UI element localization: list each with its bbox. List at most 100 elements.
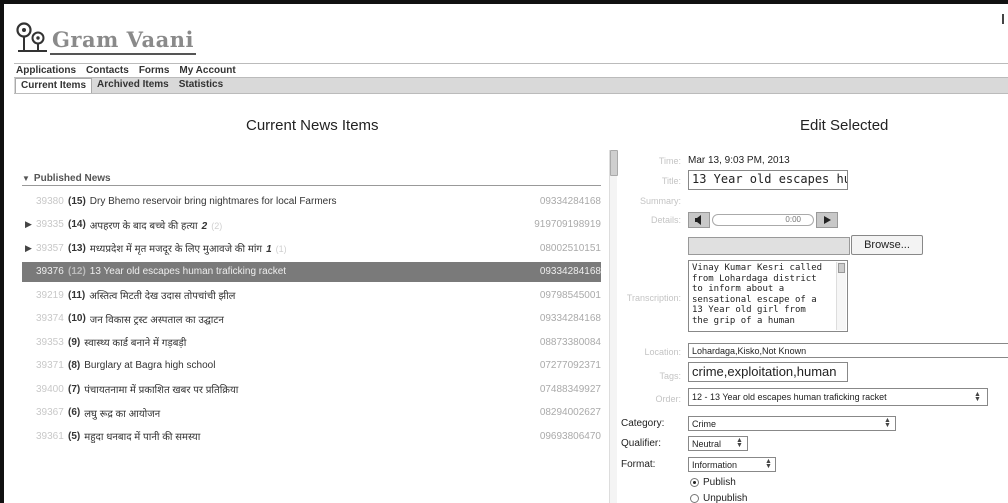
row-id: 39335 [36, 219, 64, 230]
row-count: 1 [266, 244, 272, 255]
news-list-row[interactable]: 39361 (5) महुदा धनबाद में पानी की समस्या 09… [22, 426, 601, 446]
row-title: लघु रूद्र का आयोजन [84, 408, 161, 420]
category-spinner-icon: ▲ ▼ [884, 417, 891, 429]
time-value: Mar 13, 9:03 PM, 2013 [688, 155, 790, 166]
news-list-row[interactable]: 39376 (12) 13 Year old escapes human trafi… [22, 261, 601, 282]
row-id: 39357 [36, 242, 64, 254]
row-title: जन विकास ट्रस्ट अस्पताल का उद्घाटन [89, 314, 224, 326]
row-phone: 08294002627 [539, 407, 601, 418]
antenna-logo-icon [14, 18, 50, 52]
news-list-row[interactable]: 39367 (6) लघु रूद्र का आयोजन 08294002627 [22, 403, 601, 423]
tab-current-items[interactable]: Current Items [15, 78, 93, 93]
news-list-row[interactable]: 39374 (10) जन विकास ट्रस्ट अस्पताल का उद्घ… [22, 309, 601, 329]
qualifier-spinner-icon: ▲ ▼ [736, 437, 743, 449]
sub-tabs: Current Items Archived Items Statistics [14, 77, 1008, 94]
row-number: (14) [68, 219, 86, 230]
menu-applications[interactable]: Applications [14, 64, 84, 77]
row-id: 39374 [36, 313, 64, 324]
row-id: 39376 [36, 266, 64, 277]
transcription-scrollbar[interactable] [836, 262, 846, 330]
title-input[interactable]: 13 Year old escapes huma [688, 170, 848, 190]
category-select[interactable]: Crime [688, 416, 896, 431]
format-select[interactable]: Information [688, 457, 776, 472]
row-phone: 09798545001 [539, 289, 601, 301]
row-number: (8) [68, 360, 81, 371]
location-input[interactable]: Lohardaga,Kisko,Not Known [688, 343, 1008, 358]
row-number: (13) [68, 242, 86, 254]
row-phone: 919709198919 [534, 219, 601, 230]
file-path-field[interactable] [688, 237, 850, 255]
audio-player: 0:00 [688, 212, 838, 228]
row-number: (10) [68, 313, 86, 324]
menu-contacts[interactable]: Contacts [84, 64, 137, 77]
current-news-heading: Current News Items [246, 117, 379, 134]
tab-archived-items[interactable]: Archived Items [92, 78, 174, 93]
collapse-triangle-icon[interactable]: ▼ [22, 174, 30, 183]
row-id: 39380 [36, 195, 64, 207]
row-phone: 07488349927 [539, 383, 601, 395]
row-title: महुदा धनबाद में पानी की समस्या [84, 432, 201, 443]
expand-triangle-icon[interactable]: ▶ [22, 219, 36, 230]
row-number: (12) [68, 266, 86, 277]
news-list-row[interactable]: 39219 (11) अस्तित्व मिटती देख उदास तोपचांच… [22, 285, 601, 305]
row-title: अस्तित्व मिटती देख उदास तोपचांची झील [89, 291, 236, 302]
news-list-row[interactable]: 39371 (8) Burglary at Bagra high school 072… [22, 356, 601, 376]
row-phone: 08002510151 [539, 242, 601, 254]
row-phone: 09334284168 [539, 195, 601, 207]
row-title: स्वास्थ्य कार्ड बनाने में गड़बड़ी [84, 338, 187, 349]
logo-text: Gram Vaani [50, 29, 196, 55]
logo: Gram Vaani [14, 12, 196, 55]
edit-selected-heading: Edit Selected [800, 117, 889, 134]
row-number: (9) [68, 336, 81, 348]
time-label: Time: [658, 156, 681, 166]
row-number: (11) [68, 289, 86, 301]
news-list-row[interactable]: ▶ 39357 (13) मध्यप्रदेश में मृत मजदूर के लि… [22, 238, 601, 258]
radio-unpublish[interactable]: Unpublish [690, 493, 747, 503]
row-id: 39400 [36, 383, 64, 395]
news-list-row[interactable]: 39353 (9) स्वास्थ्य कार्ड बनाने में गड़बड़… [22, 332, 601, 352]
news-list-row[interactable]: 39400 (7) पंचायतनामा में प्रकाशित खबर पर प… [22, 379, 601, 399]
scrollbar-thumb[interactable] [610, 150, 618, 176]
main-menu: Applications Contacts Forms My Account [14, 63, 1008, 77]
tab-statistics[interactable]: Statistics [174, 78, 228, 93]
browse-button[interactable]: Browse... [851, 235, 923, 255]
window-edge-mark [1002, 14, 1004, 24]
row-sub-count: (2) [211, 220, 223, 231]
menu-my-account[interactable]: My Account [177, 64, 243, 77]
summary-label: Summary: [639, 196, 681, 206]
radio-publish-dot[interactable] [690, 478, 699, 487]
row-sub-count: (1) [275, 244, 287, 254]
play-button[interactable] [816, 212, 838, 228]
rewind-button[interactable] [688, 212, 710, 228]
row-count: 2 [201, 220, 208, 232]
row-title: अपहरण के बाद बच्चे की हत्या 2 (2) [89, 220, 223, 232]
published-news-section[interactable]: ▼ Published News [22, 173, 601, 186]
order-select[interactable]: 12 - 13 Year old escapes human trafickin… [688, 388, 988, 406]
order-label: Order: [655, 394, 681, 404]
row-number: (6) [68, 407, 81, 418]
row-phone: 08873380084 [539, 336, 601, 348]
format-spinner-icon: ▲ ▼ [765, 458, 772, 470]
audio-progress[interactable]: 0:00 [712, 214, 814, 226]
row-number: (15) [68, 195, 86, 207]
row-phone: 09693806470 [539, 430, 601, 442]
tags-label: Tags: [659, 371, 681, 381]
expand-triangle-icon[interactable]: ▶ [22, 243, 36, 254]
row-phone: 09334284168 [539, 266, 601, 277]
row-title: 13 Year old escapes human traficking rac… [89, 266, 287, 277]
row-title: मध्यप्रदेश में मृत मजदूर के लिए मुआवजे क… [89, 244, 287, 255]
news-list-row[interactable]: ▶ 39335 (14) अपहरण के बाद बच्चे की हत्या 2 (2… [22, 215, 601, 235]
location-label: Location: [644, 347, 681, 357]
tags-input[interactable]: crime,exploitation,human [688, 362, 848, 382]
transcription-label: Transcription: [626, 293, 681, 303]
news-list-row[interactable]: 39380 (15) Dry Bhemo reservoir bring night… [22, 191, 601, 211]
radio-unpublish-dot[interactable] [690, 494, 699, 503]
transcription-textarea[interactable]: Vinay Kumar Kesri called from Lohardaga … [688, 260, 848, 332]
row-phone: 07277092371 [539, 360, 601, 371]
list-scrollbar[interactable] [609, 150, 618, 503]
radio-publish[interactable]: Publish [690, 477, 736, 488]
row-number: (7) [68, 383, 81, 395]
qualifier-label: Qualifier: [621, 438, 662, 449]
menu-forms[interactable]: Forms [137, 64, 178, 77]
row-phone: 09334284168 [539, 313, 601, 324]
